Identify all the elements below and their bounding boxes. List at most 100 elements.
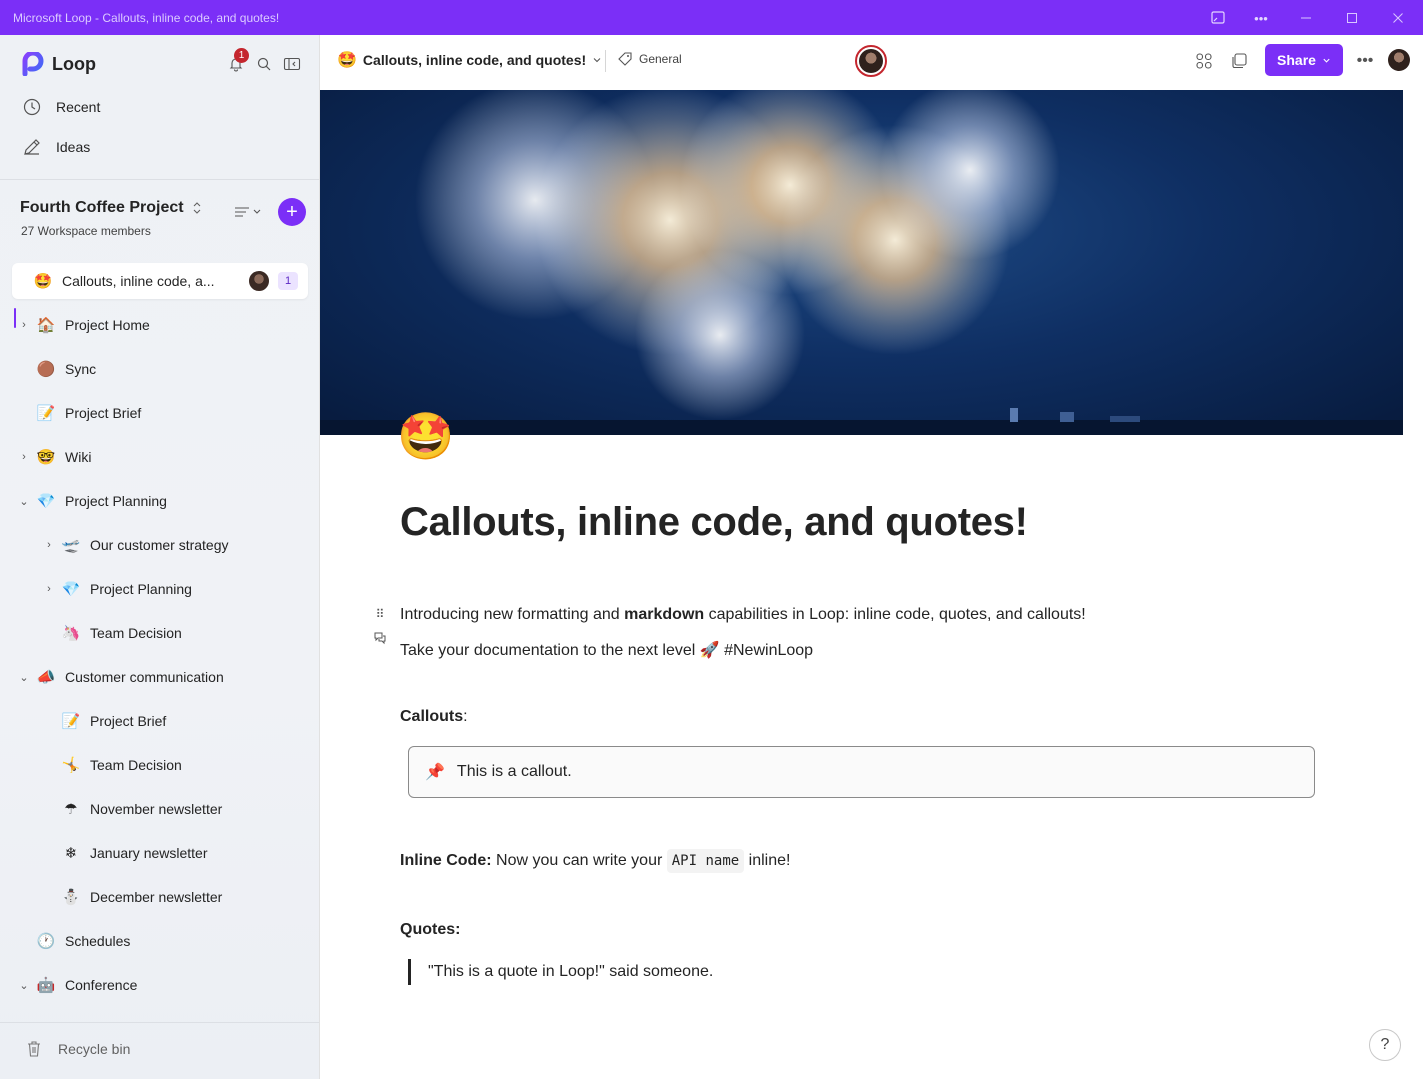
page-emoji-icon: 📝	[61, 713, 81, 730]
active-indicator	[14, 308, 16, 328]
workspace-name-label: Fourth Coffee Project	[20, 199, 184, 216]
share-button[interactable]: Share	[1265, 44, 1343, 76]
chevron-down-icon	[1323, 58, 1330, 63]
expand-collapse-icon	[193, 202, 200, 214]
more-options-icon[interactable]: •••	[1249, 6, 1273, 30]
star-struck-emoji-icon: 🤩	[33, 273, 53, 290]
sidebar-item[interactable]: › 🤓 Wiki	[17, 439, 91, 475]
sidebar-item-label: Schedules	[65, 933, 131, 949]
sort-menu[interactable]	[234, 202, 266, 222]
sidebar-item[interactable]: ⌄ 🤖 Conference	[17, 967, 137, 1003]
sidebar-item[interactable]: 📝 Project Brief	[17, 395, 142, 431]
chevron-right-icon[interactable]: ›	[42, 583, 56, 595]
add-page-button[interactable]: +	[278, 198, 306, 226]
minimize-icon[interactable]	[1294, 6, 1318, 30]
window-title: Microsoft Loop - Callouts, inline code, …	[13, 11, 280, 25]
chevron-right-icon[interactable]: ›	[17, 319, 31, 331]
page-emoji-icon: 💎	[61, 581, 81, 598]
body-text: inline!	[744, 852, 791, 869]
sidebar-item[interactable]: › 🏠 Project Home	[17, 307, 150, 343]
chevron-right-icon[interactable]: ›	[17, 451, 31, 463]
intro-text: Take your documentation to the next leve…	[400, 642, 700, 659]
sidebar-item[interactable]: ❄ January newsletter	[42, 835, 208, 871]
quote-block[interactable]: "This is a quote in Loop!" said someone.	[408, 959, 713, 985]
bold-text: markdown	[624, 606, 705, 623]
nav-ideas-label: Ideas	[56, 139, 91, 155]
workspace-name[interactable]: Fourth Coffee Project	[20, 199, 202, 217]
star-struck-emoji-icon: 🤩	[397, 410, 455, 462]
user-avatar[interactable]	[1388, 49, 1410, 71]
more-options-icon[interactable]: •••	[1353, 49, 1377, 73]
comment-count-badge: 1	[278, 272, 298, 290]
heading-text: Inline Code:	[400, 852, 492, 869]
components-icon[interactable]	[1192, 49, 1216, 73]
sidebar-item[interactable]: ⌄ 💎 Project Planning	[17, 483, 167, 519]
intro-paragraph-2[interactable]: Take your documentation to the next leve…	[400, 640, 813, 660]
recycle-bin-label: Recycle bin	[58, 1041, 131, 1057]
nav-recent[interactable]: Recent	[22, 92, 100, 122]
page-header: 🤩 Callouts, inline code, and quotes! Gen…	[320, 35, 1423, 90]
divider	[605, 50, 606, 72]
quotes-heading[interactable]: Quotes:	[400, 921, 460, 939]
page-emoji-icon: 🟤	[36, 361, 56, 378]
sidebar-item[interactable]: ☂ November newsletter	[42, 791, 222, 827]
drag-handle-icon[interactable]: ⠿	[372, 606, 388, 622]
help-button[interactable]: ?	[1369, 1029, 1401, 1061]
sidebar-item[interactable]: 🕐 Schedules	[17, 923, 131, 959]
inline-code-paragraph[interactable]: Inline Code: Now you can write your API …	[400, 849, 791, 873]
tag-label: General	[639, 52, 682, 66]
hashtag-text: #NewinLoop	[719, 642, 814, 659]
sidebar-item[interactable]: 🦄 Team Decision	[42, 615, 182, 651]
heading-text: Callouts	[400, 708, 464, 725]
copy-icon[interactable]	[1227, 49, 1251, 73]
page-emoji-icon: 📝	[36, 405, 56, 422]
recycle-bin[interactable]: Recycle bin	[24, 1039, 130, 1059]
sidebar: Loop 1 Recent Ideas Fourth Coffee Projec…	[0, 35, 320, 1079]
page-emoji-icon: ❄	[64, 845, 78, 862]
clock-icon	[23, 98, 41, 116]
sidebar-item[interactable]: ⌄ 📣 Customer communication	[17, 659, 223, 695]
chevron-right-icon[interactable]: ›	[42, 539, 56, 551]
chevron-down-icon[interactable]: ⌄	[17, 979, 31, 992]
collaborator-avatar[interactable]	[855, 45, 887, 77]
chevron-down-icon[interactable]: ⌄	[17, 495, 31, 508]
nav-recent-label: Recent	[56, 99, 101, 115]
sidebar-item-active-page[interactable]: 🤩 Callouts, inline code, a... 1	[12, 263, 308, 299]
sidebar-item[interactable]: › 🛫 Our customer strategy	[42, 527, 228, 563]
sidebar-item-label: Sync	[65, 361, 97, 377]
tag-button[interactable]: General	[617, 51, 682, 67]
sidebar-item-label: Conference	[65, 977, 138, 993]
collapse-sidebar-icon[interactable]	[281, 53, 303, 75]
sidebar-item[interactable]: › 💎 Project Planning	[42, 571, 192, 607]
sidebar-divider	[0, 179, 319, 180]
nav-ideas[interactable]: Ideas	[22, 132, 90, 162]
heading-text: Quotes:	[400, 921, 461, 938]
cover-image[interactable]	[320, 90, 1403, 435]
avatar	[248, 270, 270, 292]
loop-logo[interactable]: Loop	[22, 52, 96, 76]
page-icon[interactable]: 🤩	[397, 408, 455, 464]
sidebar-item[interactable]: ⛄ December newsletter	[42, 879, 223, 915]
pushpin-icon: 📌	[425, 764, 445, 781]
page-emoji-icon: 🦄	[61, 625, 81, 642]
callouts-heading[interactable]: Callouts:	[400, 708, 468, 726]
sidebar-item-label: Team Decision	[90, 757, 182, 773]
comment-icon[interactable]	[372, 630, 388, 646]
page-emoji-icon: 🏠	[36, 317, 56, 334]
maximize-icon[interactable]	[1340, 6, 1364, 30]
sidebar-item-label: Project Planning	[90, 581, 192, 597]
chevron-down-icon[interactable]: ⌄	[17, 671, 31, 684]
sidebar-item[interactable]: 🟤 Sync	[17, 351, 96, 387]
intro-paragraph[interactable]: Introducing new formatting and markdown …	[400, 606, 1086, 624]
avatar	[859, 49, 883, 73]
page-title-menu[interactable]: 🤩 Callouts, inline code, and quotes!	[337, 50, 602, 70]
scrollbar[interactable]	[1403, 90, 1423, 1079]
sidebar-item[interactable]: 📝 Project Brief	[42, 703, 167, 739]
sidebar-item-label: November newsletter	[90, 801, 223, 817]
cast-icon[interactable]	[1206, 6, 1230, 30]
document-title[interactable]: Callouts, inline code, and quotes!	[400, 500, 1028, 545]
search-icon[interactable]	[253, 53, 275, 75]
callout-block[interactable]: 📌 This is a callout.	[408, 746, 1315, 798]
sidebar-item[interactable]: 🤸 Team Decision	[42, 747, 182, 783]
close-icon[interactable]	[1386, 6, 1410, 30]
